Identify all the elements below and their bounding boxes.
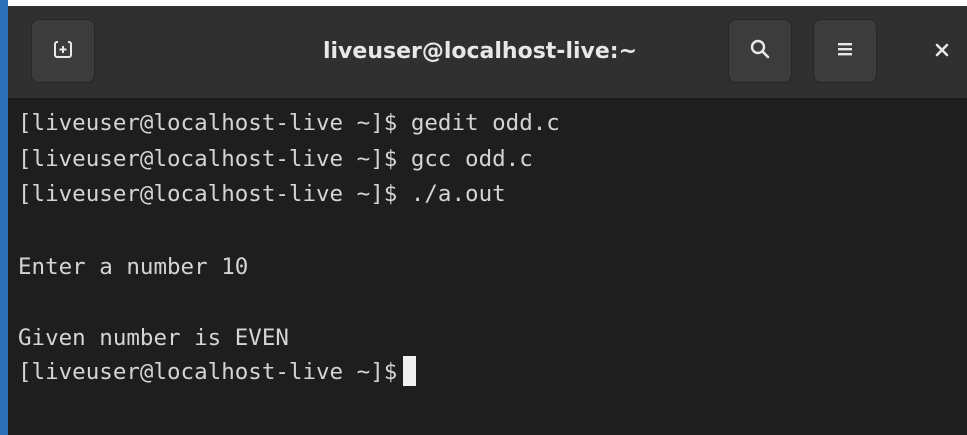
search-button[interactable]: [728, 19, 792, 83]
terminal-line: [liveuser@localhost-live ~]$ gcc odd.c: [18, 146, 533, 172]
terminal-line: [liveuser@localhost-live ~]$ ./a.out: [18, 181, 506, 207]
close-icon: [934, 42, 950, 63]
hamburger-menu-icon: [834, 38, 856, 65]
top-strip: [8, 0, 967, 6]
search-icon: [749, 38, 771, 65]
terminal-line: [liveuser@localhost-live ~]$ gedit odd.c: [18, 110, 560, 136]
prompt-line[interactable]: [liveuser@localhost-live ~]$: [18, 355, 417, 389]
close-button[interactable]: [925, 34, 959, 70]
text-cursor: [403, 356, 417, 386]
terminal-window: liveuser@localhost-live:~ [liveuser@loca…: [0, 0, 967, 435]
shell-prompt: [liveuser@localhost-live ~]$: [18, 359, 398, 385]
menu-button[interactable]: [813, 19, 877, 83]
new-tab-icon: [52, 38, 74, 65]
terminal-line: Enter a number 10: [18, 254, 249, 280]
new-tab-button[interactable]: [31, 19, 95, 83]
terminal-output[interactable]: [liveuser@localhost-live ~]$ gedit odd.c…: [8, 99, 967, 435]
window-title: liveuser@localhost-live:~: [322, 39, 638, 64]
window-edge-highlight: [0, 0, 8, 435]
terminal-line: Given number is EVEN: [18, 325, 289, 351]
